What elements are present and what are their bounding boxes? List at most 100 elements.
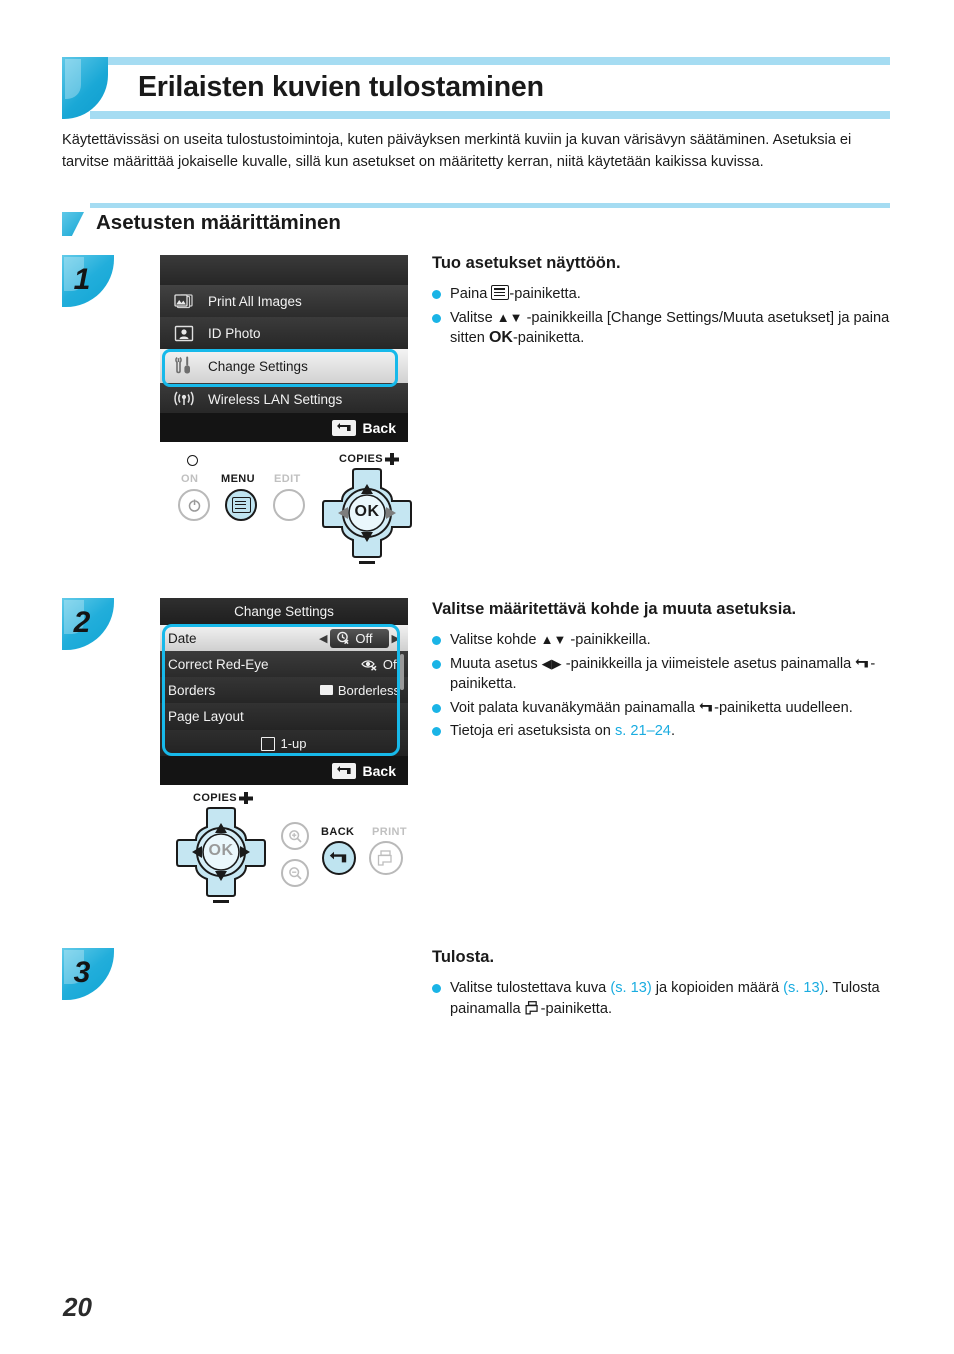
menu-item-label: Print All Images	[208, 293, 302, 309]
setting-row-page-layout-value[interactable]: 1-up	[160, 730, 408, 757]
menu-item-label: Change Settings	[208, 358, 308, 374]
setting-value: 1-up	[280, 736, 307, 751]
left-arrow-icon[interactable]: ◀	[319, 632, 327, 645]
step-number-2: 2	[73, 606, 91, 639]
back-arrow-icon	[329, 851, 347, 862]
menu-item-print-all-images[interactable]: Print All Images	[160, 285, 408, 317]
page-reference-link-2[interactable]: (s. 13)	[783, 980, 824, 996]
print-button[interactable]	[369, 841, 403, 875]
menu-button[interactable]	[225, 489, 257, 521]
edit-button[interactable]	[273, 489, 305, 521]
bullet-text: Valitse kohde ▲▼ -painikkeilla.	[450, 632, 651, 648]
setting-row-correct-red-eye[interactable]: Correct Red-Eye Off	[160, 651, 408, 677]
minus-icon	[213, 900, 229, 903]
step-number-1: 1	[73, 263, 91, 296]
back-icon	[331, 419, 356, 436]
instructions-step2: Valitse määritettävä kohde ja muuta aset…	[432, 600, 902, 745]
bullet-item: Paina -painiketta.	[432, 284, 902, 305]
setting-value-group: Borderless	[319, 683, 400, 698]
menu-item-label: Wireless LAN Settings	[208, 391, 343, 407]
page-reference-link[interactable]: s. 21–24	[615, 723, 671, 739]
setting-label: Date	[168, 630, 197, 646]
section-band	[90, 203, 890, 208]
bullet-text: Valitse ▲▼ -painikkeilla [Change Setting…	[450, 309, 890, 347]
copies-label: COPIES	[339, 453, 383, 465]
menu-icon	[231, 497, 251, 513]
menu-item-id-photo[interactable]: ID Photo	[160, 317, 408, 349]
button-diagram-step1: ON MENU EDIT COPIES OK	[170, 452, 412, 564]
four-way-pad[interactable]: COPIES OK	[176, 792, 266, 903]
bullet-item: Valitse ▲▼ -painikkeilla [Change Setting…	[432, 308, 902, 349]
back-button[interactable]	[322, 841, 356, 875]
setting-value-group: 1-up	[261, 736, 307, 751]
bullet-text: Muuta asetus ◀▶ -painikkeilla ja viimeis…	[450, 655, 876, 693]
four-way-pad[interactable]: COPIES OK	[322, 453, 412, 564]
button-diagram-step2: COPIES OK BACK PRINT	[176, 792, 416, 903]
back-icon	[331, 762, 356, 779]
menu-item-change-settings[interactable]: Change Settings	[160, 349, 408, 383]
bullet-text: Valitse tulostettava kuva (s. 13) ja kop…	[450, 980, 880, 1017]
back-label: BACK	[321, 826, 355, 838]
ok-key-label: OK	[488, 329, 513, 346]
print-icon	[525, 1000, 541, 1016]
copies-label: COPIES	[193, 792, 237, 804]
right-arrow-icon[interactable]: ▶	[392, 632, 400, 645]
step-title-3: Tulosta.	[432, 948, 495, 966]
setting-value: Off	[355, 630, 373, 646]
edit-label: EDIT	[274, 473, 301, 485]
menu-item-wireless-lan-settings[interactable]: Wireless LAN Settings	[160, 383, 408, 415]
setting-label: Borders	[168, 682, 216, 698]
bullet-text: Voit palata kuvanäkymään painamalla -pai…	[450, 699, 853, 716]
back-label: Back	[362, 762, 396, 779]
setting-row-date[interactable]: Date ◀ Off ▶	[160, 625, 408, 651]
red-eye-off-icon	[361, 659, 377, 671]
zoom-out-button[interactable]	[281, 859, 309, 887]
step-title-1: Tuo asetukset näyttöön.	[432, 254, 621, 272]
instructions-step1: Tuo asetukset näyttöön. Paina -painikett…	[432, 254, 902, 352]
ok-label: OK	[354, 503, 380, 520]
menu-label: MENU	[221, 473, 255, 485]
bullet-dot	[432, 313, 441, 323]
instructions-step3: Tulosta. Valitse tulostettava kuva (s. 1…	[432, 948, 902, 1022]
setting-value-group: Off	[361, 657, 400, 672]
magnifier-plus-icon	[288, 829, 302, 843]
page-number: 20	[63, 1292, 92, 1322]
setting-row-borders[interactable]: Borders Borderless	[160, 677, 408, 703]
header-accent-blob	[62, 57, 108, 119]
zoom-in-button[interactable]	[281, 822, 309, 850]
step-badge-1: 1	[62, 255, 114, 307]
step-number-3: 3	[73, 956, 91, 989]
lcd-screen-main-menu: Print All Images ID Photo Change Setting…	[160, 255, 408, 442]
page-header: Erilaisten kuvien tulostaminen	[62, 57, 890, 119]
lcd-title-bar: Change Settings	[160, 598, 408, 624]
lcd-bottom-bar: Back	[160, 413, 408, 442]
one-up-icon	[261, 736, 276, 751]
menu-item-label: ID Photo	[208, 325, 261, 341]
page-reference-link[interactable]: (s. 13)	[610, 980, 651, 996]
left-right-arrows-icon: ◀▶	[541, 655, 562, 671]
print-all-images-icon	[160, 292, 208, 310]
power-button[interactable]	[178, 489, 210, 521]
bullet-dot	[432, 984, 441, 993]
print-label: PRINT	[372, 826, 407, 838]
setting-label: Page Layout	[168, 709, 244, 724]
back-label: Back	[362, 419, 396, 436]
back-icon	[855, 656, 870, 669]
print-icon	[377, 849, 392, 866]
borderless-icon	[319, 685, 333, 695]
tools-icon	[160, 355, 208, 377]
scrollbar-thumb[interactable]	[400, 654, 404, 690]
bullet-item: Tietoja eri asetuksista on s. 21–24.	[432, 721, 902, 742]
intro-paragraph: Käytettävissäsi on useita tulostustoimin…	[62, 132, 852, 170]
up-down-arrows-icon: ▲▼	[496, 309, 523, 325]
lcd-screen-change-settings: Change Settings Date ◀ Off ▶ Correct Red…	[160, 598, 408, 785]
section-marker-icon	[62, 212, 84, 236]
step-badge-3: 3	[62, 948, 114, 1000]
magnifier-minus-icon	[288, 866, 302, 880]
step-title-2: Valitse määritettävä kohde ja muuta aset…	[432, 600, 797, 618]
setting-row-page-layout[interactable]: Page Layout	[160, 703, 408, 730]
bullet-item: Valitse tulostettava kuva (s. 13) ja kop…	[432, 978, 902, 1019]
step-badge-2: 2	[62, 598, 114, 650]
plus-icon	[239, 792, 253, 804]
bullet-dot	[432, 290, 441, 299]
